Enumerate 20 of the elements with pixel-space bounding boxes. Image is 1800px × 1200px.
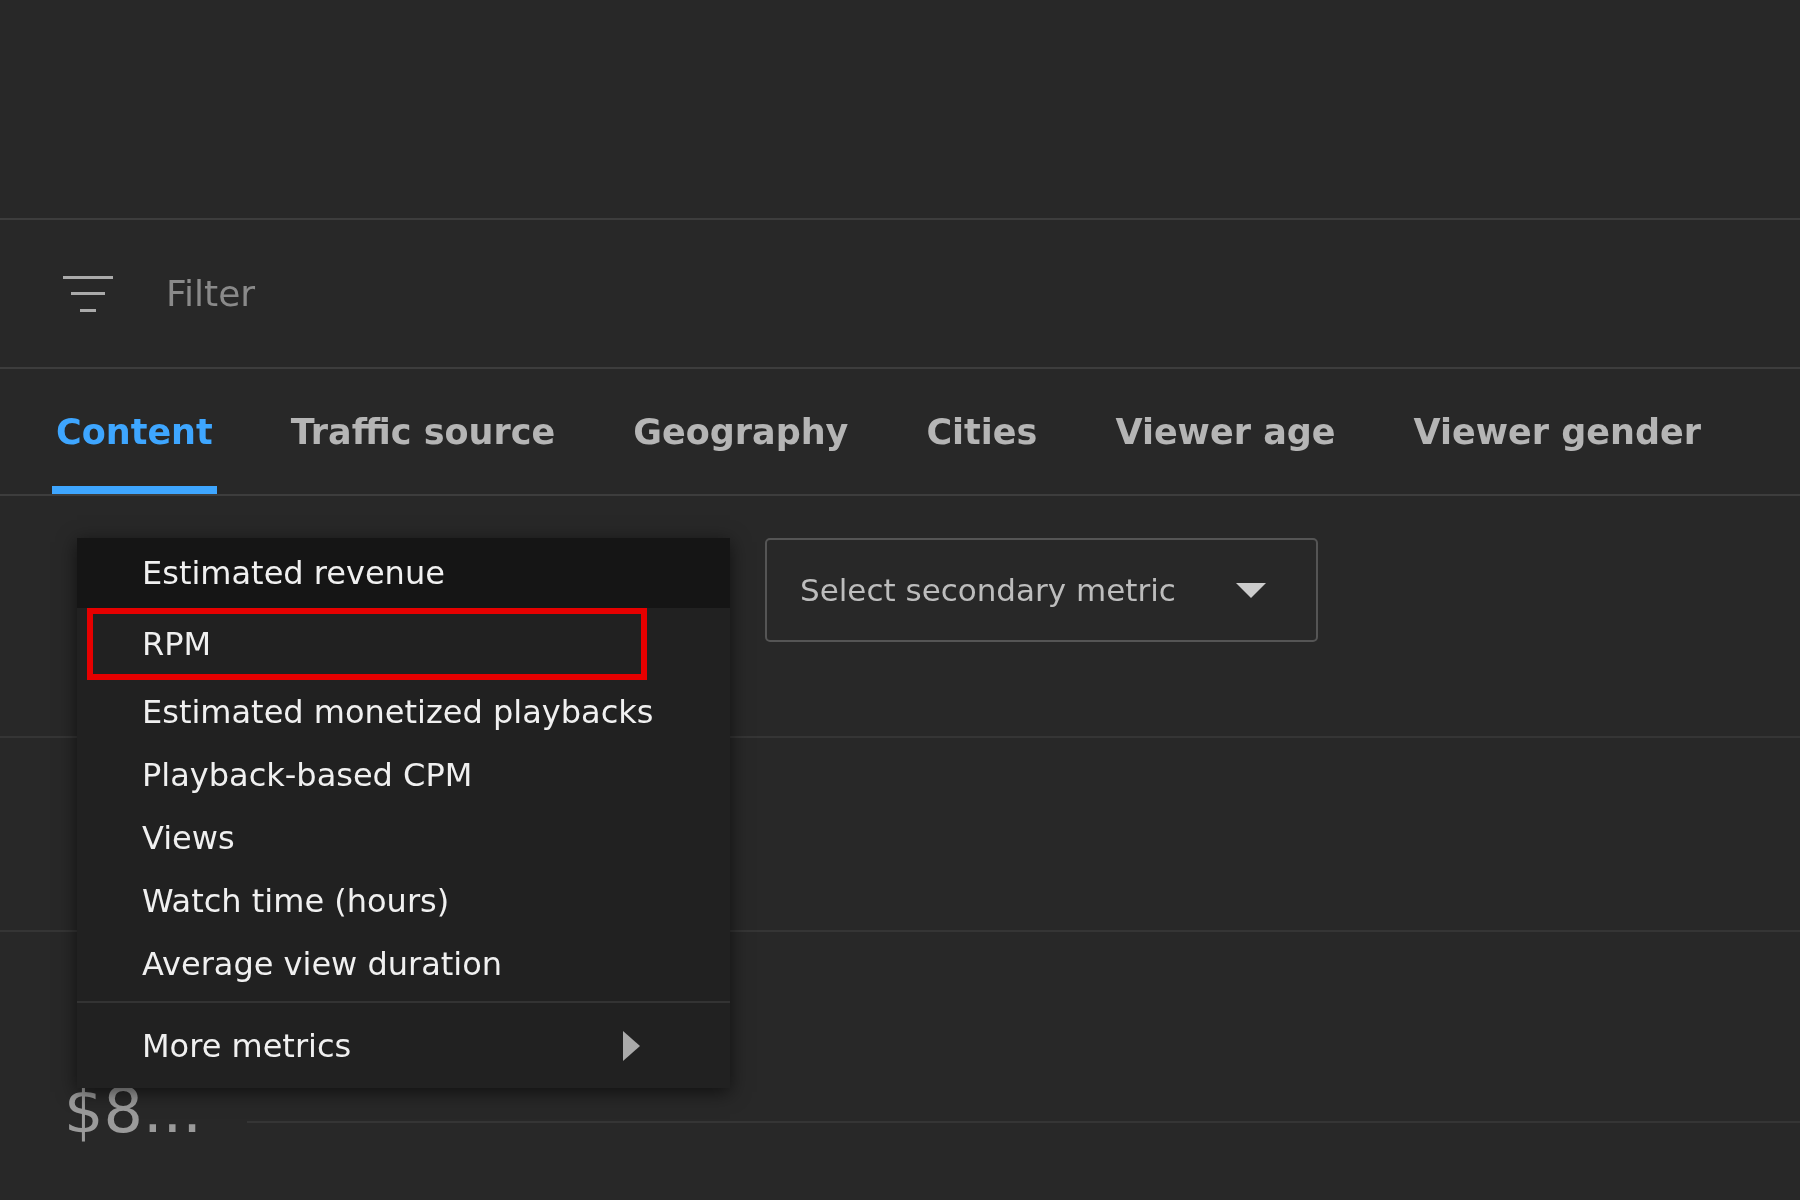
menu-item[interactable]: Average view duration xyxy=(77,932,730,995)
menu-item[interactable]: Watch time (hours) xyxy=(77,869,730,932)
tab[interactable]: Content xyxy=(52,369,217,494)
tab[interactable]: Viewer age xyxy=(1111,369,1340,494)
menu-item[interactable]: Estimated revenue xyxy=(77,538,730,608)
caret-icon xyxy=(1236,582,1266,598)
menu-item[interactable]: Estimated monetized playbacks xyxy=(77,680,730,743)
filter-field[interactable]: Filter xyxy=(166,273,566,314)
menu-item[interactable]: RPM xyxy=(87,608,647,680)
triangle-right-icon xyxy=(623,1030,640,1061)
menu-item[interactable]: Playback-based CPM xyxy=(77,743,730,806)
select-placeholder: Select secondary metric xyxy=(800,572,1176,608)
tab[interactable]: Cities xyxy=(922,369,1042,494)
menu-item[interactable]: Views xyxy=(77,806,730,869)
tab[interactable]: Geography xyxy=(629,369,853,494)
tab[interactable]: Viewer gender xyxy=(1409,369,1706,494)
dropdown-select[interactable]: Select secondary metric xyxy=(765,538,1318,642)
submenu-label: More metrics xyxy=(142,1026,352,1065)
tab[interactable]: Traffic source xyxy=(286,369,560,494)
filter-icon[interactable] xyxy=(63,275,113,312)
